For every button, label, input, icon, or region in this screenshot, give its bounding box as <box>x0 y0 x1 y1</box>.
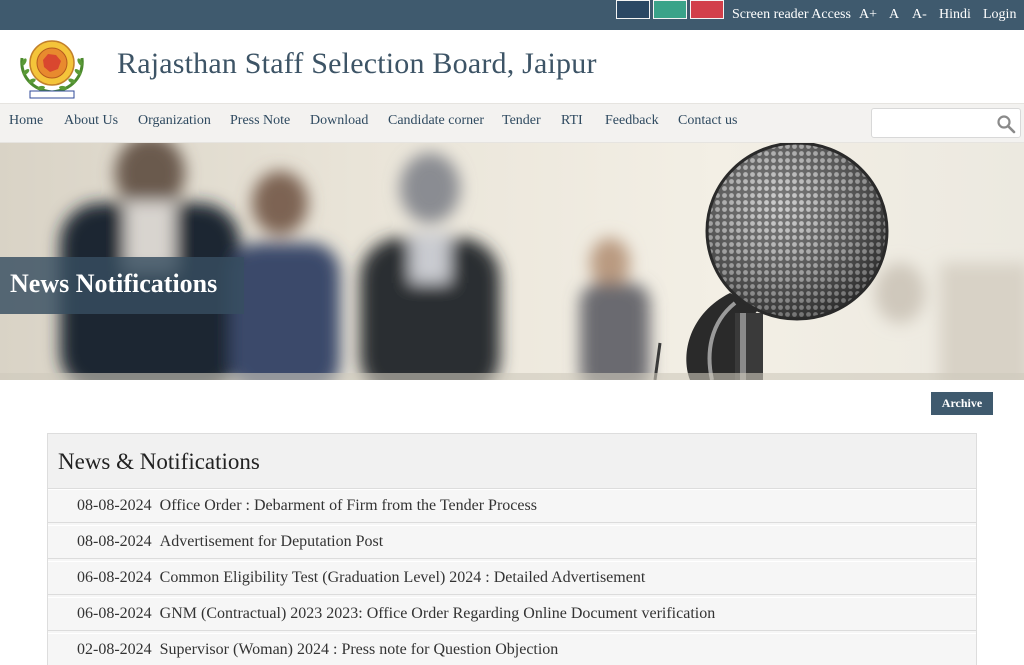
news-title-link[interactable]: Office Order : Debarment of Firm from th… <box>160 497 537 514</box>
archive-button[interactable]: Archive <box>931 392 993 415</box>
nav-organization[interactable]: Organization <box>138 113 211 129</box>
top-bar: Screen reader Access A+ A A- Hindi Login <box>0 0 1024 30</box>
site-title: Rajasthan Staff Selection Board, Jaipur <box>117 47 597 80</box>
theme-green-button[interactable] <box>653 0 687 19</box>
news-title-link[interactable]: Common Eligibility Test (Graduation Leve… <box>160 569 646 586</box>
news-date: 06-08-2024 <box>77 569 152 586</box>
search-input[interactable] <box>876 113 992 135</box>
site-header: Rajasthan Staff Selection Board, Jaipur <box>0 30 1024 103</box>
nav-download[interactable]: Download <box>310 113 368 129</box>
banner-title-box: News Notifications <box>0 257 244 314</box>
news-date: 02-08-2024 <box>77 641 152 658</box>
news-item[interactable]: 08-08-2024 Advertisement for Deputation P… <box>48 525 976 559</box>
news-panel: News & Notifications 08-08-2024 Office Or… <box>47 433 977 665</box>
news-title-link[interactable]: GNM (Contractual) 2023 2023: Office Orde… <box>160 605 716 622</box>
news-panel-header: News & Notifications <box>48 434 976 489</box>
nav-home[interactable]: Home <box>9 113 43 129</box>
news-item[interactable]: 06-08-2024 GNM (Contractual) 2023 2023: O… <box>48 597 976 631</box>
news-panel-title: News & Notifications <box>58 449 260 474</box>
font-normal-link[interactable]: A <box>889 7 899 23</box>
search-box <box>871 108 1021 138</box>
search-icon[interactable] <box>996 114 1016 134</box>
news-title-link[interactable]: Advertisement for Deputation Post <box>160 533 384 550</box>
rssb-logo-icon[interactable] <box>12 36 92 100</box>
news-item[interactable]: 06-08-2024 Common Eligibility Test (Gradu… <box>48 561 976 595</box>
main-nav: Home About Us Organization Press Note Do… <box>0 103 1024 143</box>
nav-contact-us[interactable]: Contact us <box>678 113 738 129</box>
news-title-link[interactable]: Supervisor (Woman) 2024 : Press note for… <box>160 641 559 658</box>
news-item[interactable]: 02-08-2024 Supervisor (Woman) 2024 : Pres… <box>48 633 976 665</box>
news-date: 08-08-2024 <box>77 497 152 514</box>
screen-reader-link[interactable]: Screen reader Access <box>732 7 851 23</box>
login-link[interactable]: Login <box>983 7 1016 23</box>
font-decrease-link[interactable]: A- <box>912 7 927 23</box>
news-item[interactable]: 08-08-2024 Office Order : Debarment of Fi… <box>48 489 976 523</box>
nav-about-us[interactable]: About Us <box>64 113 118 129</box>
nav-rti[interactable]: RTI <box>561 113 583 129</box>
nav-tender[interactable]: Tender <box>502 113 541 129</box>
nav-feedback[interactable]: Feedback <box>605 113 659 129</box>
news-date: 06-08-2024 <box>77 605 152 622</box>
banner-title: News Notifications <box>10 269 218 298</box>
theme-red-button[interactable] <box>690 0 724 19</box>
theme-dark-blue-button[interactable] <box>616 0 650 19</box>
banner: News Notifications <box>0 143 1024 380</box>
nav-candidate-corner[interactable]: Candidate corner <box>388 113 484 129</box>
news-date: 08-08-2024 <box>77 533 152 550</box>
font-increase-link[interactable]: A+ <box>859 7 877 23</box>
language-hindi-link[interactable]: Hindi <box>939 7 971 23</box>
nav-press-note[interactable]: Press Note <box>230 113 290 129</box>
